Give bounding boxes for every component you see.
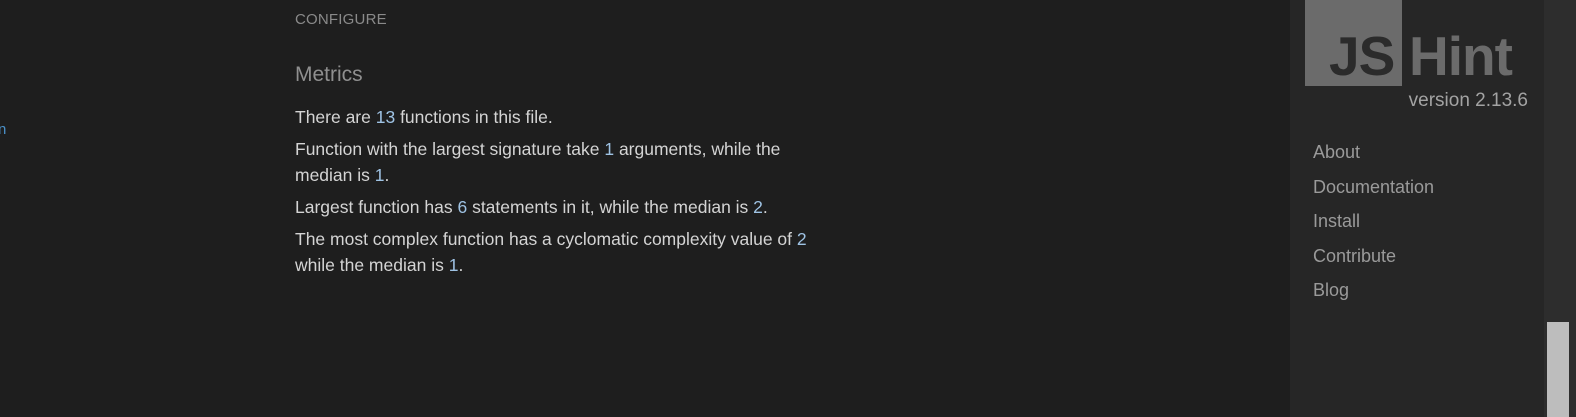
metric-value: 1: [604, 139, 615, 159]
nav-install-link[interactable]: Install: [1313, 208, 1434, 243]
metric-value: 6: [457, 197, 468, 217]
nav-contribute-link[interactable]: Contribute: [1313, 243, 1434, 278]
scrollbar-thumb[interactable]: [1547, 322, 1569, 417]
metric-text: statements in it, while the median is: [467, 197, 754, 217]
nav-documentation-link[interactable]: Documentation: [1313, 174, 1434, 209]
nav-about-link[interactable]: About: [1313, 139, 1434, 174]
left-panel-stub-text[interactable]: n: [0, 121, 6, 138]
version-label: version 2.13.6: [1408, 90, 1528, 111]
sidebar: JS Hint version 2.13.6 About Documentati…: [1290, 0, 1544, 417]
metric-complexity: The most complex function has a cyclomat…: [295, 226, 835, 278]
metric-median-value: 1: [374, 165, 385, 185]
page: n CONFIGURE Metrics There are 13 functio…: [0, 0, 1576, 417]
metric-statements: Largest function has 6 statements in it,…: [295, 194, 835, 220]
metrics-heading: Metrics: [295, 63, 363, 86]
metric-median-value: 1: [448, 255, 459, 275]
metric-text: functions in this file.: [395, 107, 553, 127]
metric-median-value: 2: [753, 197, 763, 217]
logo-js-text: JS: [1329, 25, 1395, 87]
sidebar-nav: About Documentation Install Contribute B…: [1313, 139, 1434, 312]
metric-value: 2: [796, 229, 807, 249]
metric-text: .: [384, 165, 390, 185]
metric-text: Largest function has: [295, 197, 458, 217]
metric-text: Function with the largest signature take: [295, 139, 605, 159]
nav-blog-link[interactable]: Blog: [1313, 277, 1434, 312]
metrics-list: There are 13 functions in this file. Fun…: [295, 104, 835, 284]
page-scrollbar[interactable]: [1544, 0, 1576, 417]
metric-signature: Function with the largest signature take…: [295, 136, 835, 188]
logo-hint-text: Hint: [1409, 25, 1513, 87]
metric-text: There are: [295, 107, 376, 127]
metric-text: .: [458, 255, 464, 275]
metric-value: 13: [375, 107, 396, 127]
metric-function-count: There are 13 functions in this file.: [295, 104, 835, 130]
metric-text: The most complex function has a cyclomat…: [295, 229, 797, 249]
jshint-logo[interactable]: JS Hint: [1305, 0, 1529, 88]
metric-text: while the median is: [295, 255, 449, 275]
metric-text: .: [762, 197, 768, 217]
configure-link[interactable]: CONFIGURE: [295, 11, 387, 28]
